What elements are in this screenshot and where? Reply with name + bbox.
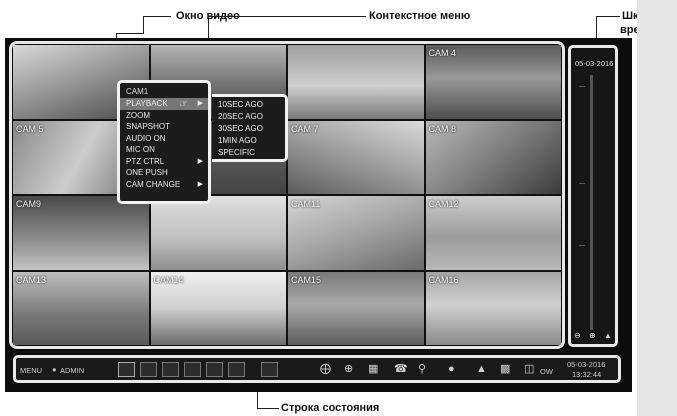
submenu-item[interactable]: SPECIFIC xyxy=(212,147,285,159)
camera-label: CAM13 xyxy=(16,274,47,285)
osd-off-button[interactable] xyxy=(261,362,278,377)
playback-submenu: 10SEC AGO 20SEC AGO 30SEC AGO 1MIN AGO S… xyxy=(212,94,288,162)
layout-16-button[interactable] xyxy=(206,362,223,377)
camera-tile[interactable]: CAM14 xyxy=(150,271,286,345)
menu-item-zoom[interactable]: ZOOM xyxy=(120,110,208,122)
context-menu-title: CAM1 xyxy=(126,87,149,96)
collapse-up-icon[interactable]: ▲ xyxy=(604,331,612,340)
submenu-item[interactable]: 30SEC AGO xyxy=(212,123,285,135)
callout-context-menu-line xyxy=(326,16,366,17)
timeline-panel: 05-03-2016 — — — ⊖ ⊕ ▲ xyxy=(568,45,618,347)
ptz-icon[interactable]: ⨁ xyxy=(320,361,331,377)
speaker-icon[interactable]: ☎ xyxy=(394,361,408,377)
status-bar: MENU ● ADMIN ⨁ ⊕ ▦ ☎ ⚲ ● ▲ ▩ ◫ OW 05-03-… xyxy=(13,355,621,383)
status-date: 05-03-2016 xyxy=(567,360,606,369)
camera-label: CAM 5 xyxy=(16,123,44,134)
menu-item-label: ONE PUSH xyxy=(126,168,168,177)
cursor-icon: ☞ xyxy=(179,99,188,110)
camera-tile[interactable] xyxy=(288,45,424,119)
timeline-tick: — xyxy=(579,84,585,90)
zoom-out-icon[interactable]: ⊖ xyxy=(574,331,581,340)
video-grid: CAM 4 CAM 5 CAM 7 CAM 8 CAM9 CAM11 CAM12… xyxy=(9,41,565,349)
camera-tile[interactable]: CAM13 xyxy=(13,271,149,345)
callout-context-menu: Контекстное меню xyxy=(369,10,471,22)
menu-item-label: PTZ CTRL xyxy=(126,156,165,166)
callout-video-window-line xyxy=(143,16,171,17)
menu-button[interactable]: MENU xyxy=(20,366,42,375)
menu-item-cam-change[interactable]: CAM CHANGE ▶ xyxy=(120,179,208,191)
menu-item-playback[interactable]: PLAYBACK ▶ xyxy=(120,98,208,110)
menu-item-label: AUDIO ON xyxy=(126,133,166,143)
menu-item-snapshot[interactable]: SNAPSHOT xyxy=(120,121,208,133)
alarm-icon[interactable]: ▲ xyxy=(476,361,487,377)
callout-video-window-line xyxy=(116,33,144,34)
menu-item-label: PLAYBACK xyxy=(126,99,168,108)
layout-4-button[interactable] xyxy=(162,362,179,377)
microphone-icon[interactable]: ⚲ xyxy=(418,361,426,377)
menu-item-audio-on[interactable]: AUDIO ON xyxy=(120,133,208,145)
network-icon[interactable]: ▩ xyxy=(500,361,510,377)
record-icon[interactable]: ● xyxy=(448,361,455,377)
callout-timeline-line xyxy=(596,16,620,17)
camera-label: CAM 7 xyxy=(291,123,319,134)
camera-tile[interactable] xyxy=(150,196,286,270)
menu-item-ptz-ctrl[interactable]: PTZ CTRL ▶ xyxy=(120,156,208,168)
camera-label: CAM 8 xyxy=(428,123,457,134)
camera-label: CAM12 xyxy=(428,199,459,209)
callout-status-bar: Строка состояния xyxy=(281,402,380,414)
submenu-item[interactable]: 1MIN AGO xyxy=(212,135,285,147)
zoom-in-icon[interactable]: ⊕ xyxy=(589,331,596,340)
camera-tile[interactable]: CAM15 xyxy=(288,271,424,345)
context-menu: CAM1 PLAYBACK ▶ ZOOM SNAPSHOT AUDIO ON MI… xyxy=(117,80,211,204)
menu-item-mic-on[interactable]: MIC ON xyxy=(120,144,208,156)
menu-item-one-push[interactable]: ONE PUSH xyxy=(120,167,208,179)
timeline-tick: — xyxy=(579,181,585,187)
camera-label: CAM16 xyxy=(428,274,459,285)
camera-tile[interactable]: CAM 7 xyxy=(288,120,424,194)
status-time: 13:32:44 xyxy=(572,370,602,379)
camera-tile[interactable]: CAM 4 xyxy=(425,45,561,119)
chevron-right-icon: ▶ xyxy=(197,100,203,107)
camera-label: CAM9 xyxy=(16,199,42,209)
chevron-right-icon: ▶ xyxy=(197,180,203,188)
search-list-icon[interactable]: ▦ xyxy=(368,361,378,377)
chevron-right-icon: ▶ xyxy=(197,157,203,165)
camera-label: CAM14 xyxy=(153,274,184,285)
sequence-button[interactable] xyxy=(228,362,245,377)
timeline-tick: — xyxy=(579,243,585,249)
camera-tile[interactable]: CAM9 xyxy=(13,196,149,270)
layout-1-button[interactable] xyxy=(140,362,157,377)
hdd-icon[interactable]: ◫ xyxy=(524,361,534,377)
camera-tile[interactable]: CAM11 xyxy=(288,196,424,270)
zoom-icon[interactable]: ⊕ xyxy=(344,361,353,377)
menu-item-label: MIC ON xyxy=(126,145,155,154)
submenu-item[interactable]: 20SEC AGO xyxy=(212,111,285,123)
callout-context-menu-line xyxy=(208,16,327,17)
submenu-item[interactable]: 10SEC AGO xyxy=(212,99,285,111)
timeline-date: 05-03-2016 xyxy=(575,59,614,68)
overwrite-mode: OW xyxy=(540,367,553,376)
camera-tile[interactable]: CAM 8 xyxy=(425,120,561,194)
fullscreen-layout-button[interactable] xyxy=(118,362,135,377)
camera-label: CAM 4 xyxy=(428,48,457,58)
menu-item-label: SNAPSHOT xyxy=(126,122,171,131)
camera-label: CAM15 xyxy=(291,274,322,285)
user-icon: ● xyxy=(52,365,57,374)
page-side-panel xyxy=(637,0,677,416)
menu-item-label: ZOOM xyxy=(126,110,150,120)
camera-tile[interactable]: CAM16 xyxy=(425,271,561,345)
layout-6-button[interactable] xyxy=(184,362,201,377)
callout-video-window-line xyxy=(143,16,144,33)
callout-status-bar-line xyxy=(257,408,279,409)
user-name: ADMIN xyxy=(60,366,85,375)
menu-item-label: CAM CHANGE xyxy=(126,179,181,189)
camera-label: CAM11 xyxy=(291,199,321,209)
camera-tile[interactable]: CAM12 xyxy=(425,196,561,270)
timeline-track[interactable] xyxy=(590,75,593,330)
